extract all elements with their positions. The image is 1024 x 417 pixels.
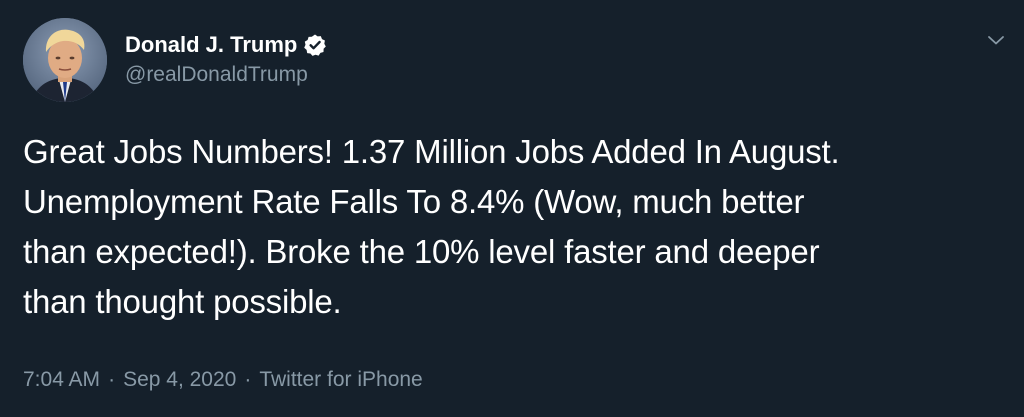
- tweet-date[interactable]: Sep 4, 2020: [123, 368, 236, 392]
- tweet-source[interactable]: Twitter for iPhone: [259, 368, 422, 392]
- meta-separator: ·: [108, 368, 116, 391]
- meta-separator: ·: [244, 368, 252, 391]
- tweet-card: Donald J. Trump @realDonaldTrump Great J…: [0, 0, 1024, 417]
- author-name-row[interactable]: Donald J. Trump: [125, 29, 327, 61]
- verified-badge-icon: [303, 33, 327, 57]
- chevron-down-icon[interactable]: [984, 28, 1008, 52]
- avatar-photo-icon: [23, 18, 107, 102]
- tweet-text: Great Jobs Numbers! 1.37 Million Jobs Ad…: [23, 133, 840, 320]
- avatar[interactable]: [23, 18, 107, 102]
- author-handle[interactable]: @realDonaldTrump: [125, 60, 308, 90]
- display-name[interactable]: Donald J. Trump: [125, 30, 297, 60]
- tweet-meta: 7:04 AM · Sep 4, 2020 · Twitter for iPho…: [23, 363, 423, 397]
- tweet-time[interactable]: 7:04 AM: [23, 368, 100, 392]
